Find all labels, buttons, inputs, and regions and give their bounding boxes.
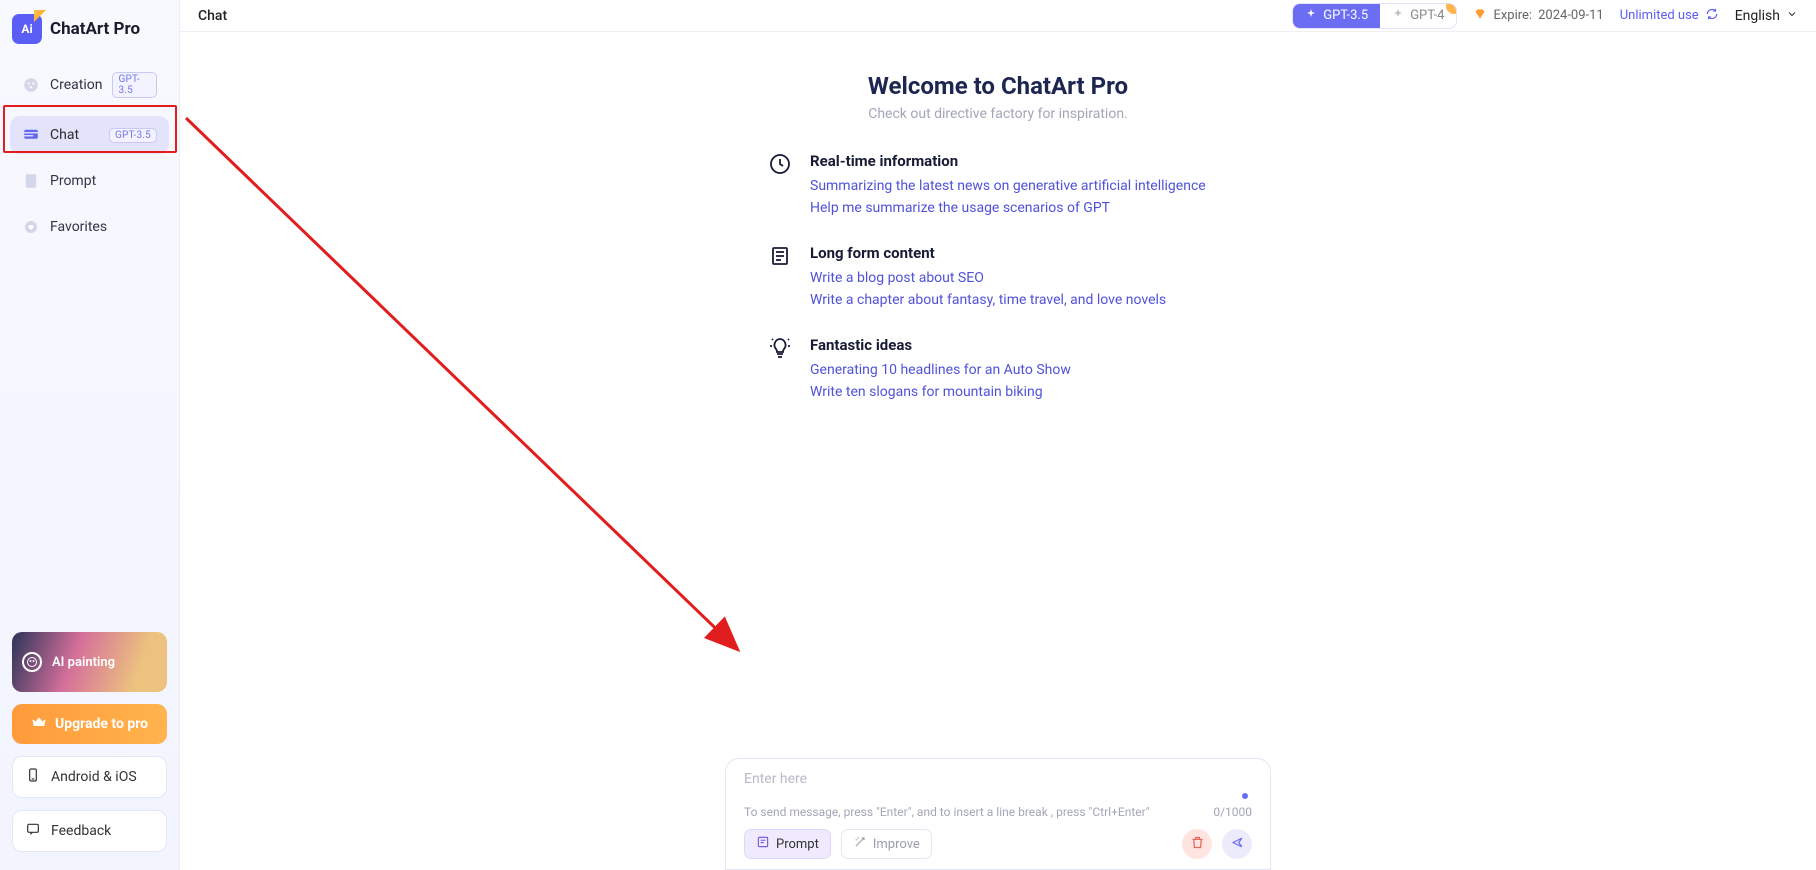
sidebar-item-label: Favorites	[50, 219, 107, 235]
section-title: Real-time information	[810, 152, 1228, 170]
sidebar-item-creation[interactable]: Creation GPT-3.5	[10, 62, 169, 108]
suggestion-link[interactable]: Write a blog post about SEO	[810, 270, 1228, 286]
input-actions: Prompt Improve	[744, 829, 1252, 859]
prompt-chip[interactable]: Prompt	[744, 829, 831, 859]
crown-icon	[31, 714, 47, 734]
app-logo-icon: Ai	[12, 14, 42, 44]
document-icon	[22, 172, 40, 190]
suggestion-link[interactable]: Summarizing the latest news on generativ…	[810, 178, 1228, 194]
sparkle-icon	[1305, 8, 1317, 24]
expire-info: Expire: 2024-09-11	[1473, 7, 1603, 25]
heart-icon	[22, 218, 40, 236]
magic-icon	[853, 835, 867, 853]
sidebar-nav: Creation GPT-3.5 Chat GPT-3.5 Prompt Fav…	[0, 62, 179, 246]
mobile-icon	[25, 767, 41, 787]
palette-icon	[22, 76, 40, 94]
sidebar-item-label: Chat	[50, 127, 79, 143]
app-name: ChatArt Pro	[50, 19, 140, 39]
refresh-icon	[1705, 7, 1719, 25]
sidebar-item-chat[interactable]: Chat GPT-3.5	[10, 116, 169, 154]
sparkle-icon	[1392, 8, 1404, 24]
ai-painting-card[interactable]: AI painting	[12, 632, 167, 692]
header: Chat GPT-3.5 GPT-4	[180, 0, 1816, 32]
model-switch: GPT-3.5 GPT-4	[1292, 3, 1457, 29]
notification-dot	[1446, 3, 1457, 14]
expire-prefix: Expire:	[1493, 8, 1532, 23]
welcome-subtitle: Check out directive factory for inspirat…	[868, 106, 1128, 122]
unlimited-use-link[interactable]: Unlimited use	[1620, 7, 1719, 25]
suggestion-link[interactable]: Generating 10 headlines for an Auto Show	[810, 362, 1228, 378]
input-hint-row: To send message, press "Enter", and to i…	[744, 805, 1252, 819]
chat-icon	[22, 126, 40, 144]
section-body: Long form content Write a blog post abou…	[810, 244, 1228, 314]
suggestion-sections: Real-time information Summarizing the la…	[768, 152, 1228, 428]
section-body: Real-time information Summarizing the la…	[810, 152, 1228, 222]
welcome-content: Welcome to ChatArt Pro Check out directi…	[180, 32, 1816, 870]
send-button[interactable]	[1222, 829, 1252, 859]
android-ios-button[interactable]: Android & iOS	[12, 756, 167, 798]
suggestion-link[interactable]: Write a chapter about fantasy, time trav…	[810, 292, 1228, 308]
suggestion-link[interactable]: Write ten slogans for mountain biking	[810, 384, 1228, 400]
sidebar-bottom: AI painting Upgrade to pro Android & iOS…	[0, 632, 179, 860]
document-lines-icon	[768, 244, 792, 268]
model-button-gpt4[interactable]: GPT-4	[1380, 4, 1456, 28]
model-button-gpt35[interactable]: GPT-3.5	[1293, 4, 1380, 28]
header-title: Chat	[198, 8, 227, 24]
feedback-button[interactable]: Feedback	[12, 810, 167, 852]
lightbulb-icon	[768, 336, 792, 360]
suggestion-link[interactable]: Help me summarize the usage scenarios of…	[810, 200, 1228, 216]
chevron-down-icon	[1786, 8, 1798, 24]
upgrade-label: Upgrade to pro	[55, 716, 148, 732]
improve-chip[interactable]: Improve	[841, 829, 932, 859]
android-ios-label: Android & iOS	[51, 769, 137, 785]
feedback-icon	[25, 821, 41, 841]
input-hint: To send message, press "Enter", and to i…	[744, 805, 1150, 819]
sidebar-item-label: Creation	[50, 77, 102, 93]
trash-icon	[1190, 835, 1205, 854]
feedback-label: Feedback	[51, 823, 111, 839]
sidebar-item-prompt[interactable]: Prompt	[10, 162, 169, 200]
chat-input[interactable]	[744, 771, 1252, 797]
sidebar-item-label: Prompt	[50, 173, 96, 189]
section-ideas: Fantastic ideas Generating 10 headlines …	[768, 336, 1228, 406]
model-badge: GPT-3.5	[112, 72, 157, 98]
expire-date: 2024-09-11	[1538, 8, 1604, 23]
main-area: Chat GPT-3.5 GPT-4	[180, 0, 1816, 870]
paint-icon	[22, 652, 42, 672]
chat-input-panel: To send message, press "Enter", and to i…	[725, 758, 1271, 870]
prompt-icon	[756, 835, 770, 853]
clear-button[interactable]	[1182, 829, 1212, 859]
model-badge: GPT-3.5	[109, 128, 157, 143]
clock-icon	[768, 152, 792, 176]
section-title: Long form content	[810, 244, 1228, 262]
section-realtime: Real-time information Summarizing the la…	[768, 152, 1228, 222]
upgrade-button[interactable]: Upgrade to pro	[12, 704, 167, 744]
section-body: Fantastic ideas Generating 10 headlines …	[810, 336, 1228, 406]
sidebar-item-favorites[interactable]: Favorites	[10, 208, 169, 246]
diamond-icon	[1473, 7, 1487, 25]
language-selector[interactable]: English	[1735, 8, 1798, 24]
sidebar: Ai ChatArt Pro Creation GPT-3.5 Chat GPT…	[0, 0, 180, 870]
header-right: GPT-3.5 GPT-4 Expire: 2024-09-11 Unlim	[1292, 3, 1798, 29]
ai-painting-label: AI painting	[52, 655, 115, 670]
section-title: Fantastic ideas	[810, 336, 1228, 354]
char-counter: 0/1000	[1213, 805, 1252, 819]
app-logo-row: Ai ChatArt Pro	[0, 10, 179, 62]
send-icon	[1230, 835, 1245, 854]
typing-indicator-dot	[1242, 793, 1248, 799]
welcome-title: Welcome to ChatArt Pro	[868, 72, 1128, 100]
section-longform: Long form content Write a blog post abou…	[768, 244, 1228, 314]
